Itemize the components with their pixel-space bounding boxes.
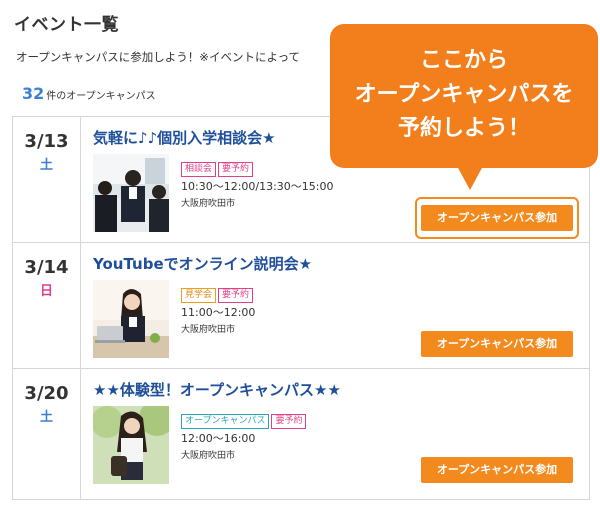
- event-date-cell: 3/13 土: [13, 117, 81, 242]
- event-date-cell: 3/14 日: [13, 243, 81, 368]
- join-open-campus-button[interactable]: オープンキャンパス参加: [421, 457, 573, 483]
- event-tag-reservation: 要予約: [218, 288, 254, 303]
- event-time: 12:00～16:00: [181, 432, 256, 445]
- event-weekday: 土: [39, 158, 53, 173]
- event-tags: 相談会 要予約: [181, 156, 255, 177]
- event-date: 3/20: [24, 383, 69, 404]
- event-tag: オープンキャンパス: [181, 414, 270, 429]
- join-open-campus-button[interactable]: オープンキャンパス参加: [421, 331, 573, 357]
- event-weekday: 日: [39, 284, 53, 299]
- event-tags: 見学会 要予約: [181, 282, 255, 303]
- event-title-link[interactable]: YouTubeでオンライン説明会★: [93, 253, 312, 274]
- event-time: 10:30～12:00/13:30～15:00: [181, 180, 334, 193]
- event-tag-reservation: 要予約: [271, 414, 307, 429]
- event-place: 大阪府吹田市: [181, 451, 236, 461]
- event-thumbnail[interactable]: [93, 280, 169, 358]
- event-thumbnail[interactable]: [93, 406, 169, 484]
- event-tag: 相談会: [181, 162, 217, 177]
- intro-text: オープンキャンパスに参加しよう！※イベントによって: [16, 50, 301, 64]
- event-tag-reservation: 要予約: [218, 162, 254, 177]
- event-count: 32 件のオープンキャンパス: [22, 84, 156, 103]
- event-date: 3/13: [24, 131, 69, 152]
- callout-line: ここから: [419, 48, 508, 73]
- event-date: 3/14: [24, 257, 69, 278]
- event-title-link[interactable]: 気軽に♪♪個別入学相談会★: [93, 127, 276, 148]
- callout-bubble: ここから オープンキャンパスを 予約しよう！: [330, 24, 598, 168]
- event-time: 11:00～12:00: [181, 306, 256, 319]
- join-open-campus-button[interactable]: オープンキャンパス参加: [421, 205, 573, 231]
- event-list: 3/13 土 気軽に♪♪個別入学相談会★ 相談会 要予約 10:30～12:00/…: [12, 116, 590, 500]
- event-place: 大阪府吹田市: [181, 199, 236, 209]
- event-title-link[interactable]: ★★体験型！オープンキャンパス★★: [93, 379, 341, 400]
- event-place: 大阪府吹田市: [181, 325, 236, 335]
- event-thumbnail[interactable]: [93, 154, 169, 232]
- callout-pointer: [457, 166, 483, 190]
- event-tags: オープンキャンパス 要予約: [181, 408, 308, 429]
- event-weekday: 土: [39, 410, 53, 425]
- event-count-label: 件のオープンキャンパス: [46, 91, 156, 102]
- page-title: イベント一覧: [14, 15, 119, 35]
- event-date-cell: 3/20 土: [13, 369, 81, 499]
- callout-line: オープンキャンパスを: [354, 82, 574, 107]
- event-tag: 見学会: [181, 288, 217, 303]
- callout-line: 予約しよう！: [397, 116, 530, 141]
- event-count-number: 32: [22, 84, 45, 103]
